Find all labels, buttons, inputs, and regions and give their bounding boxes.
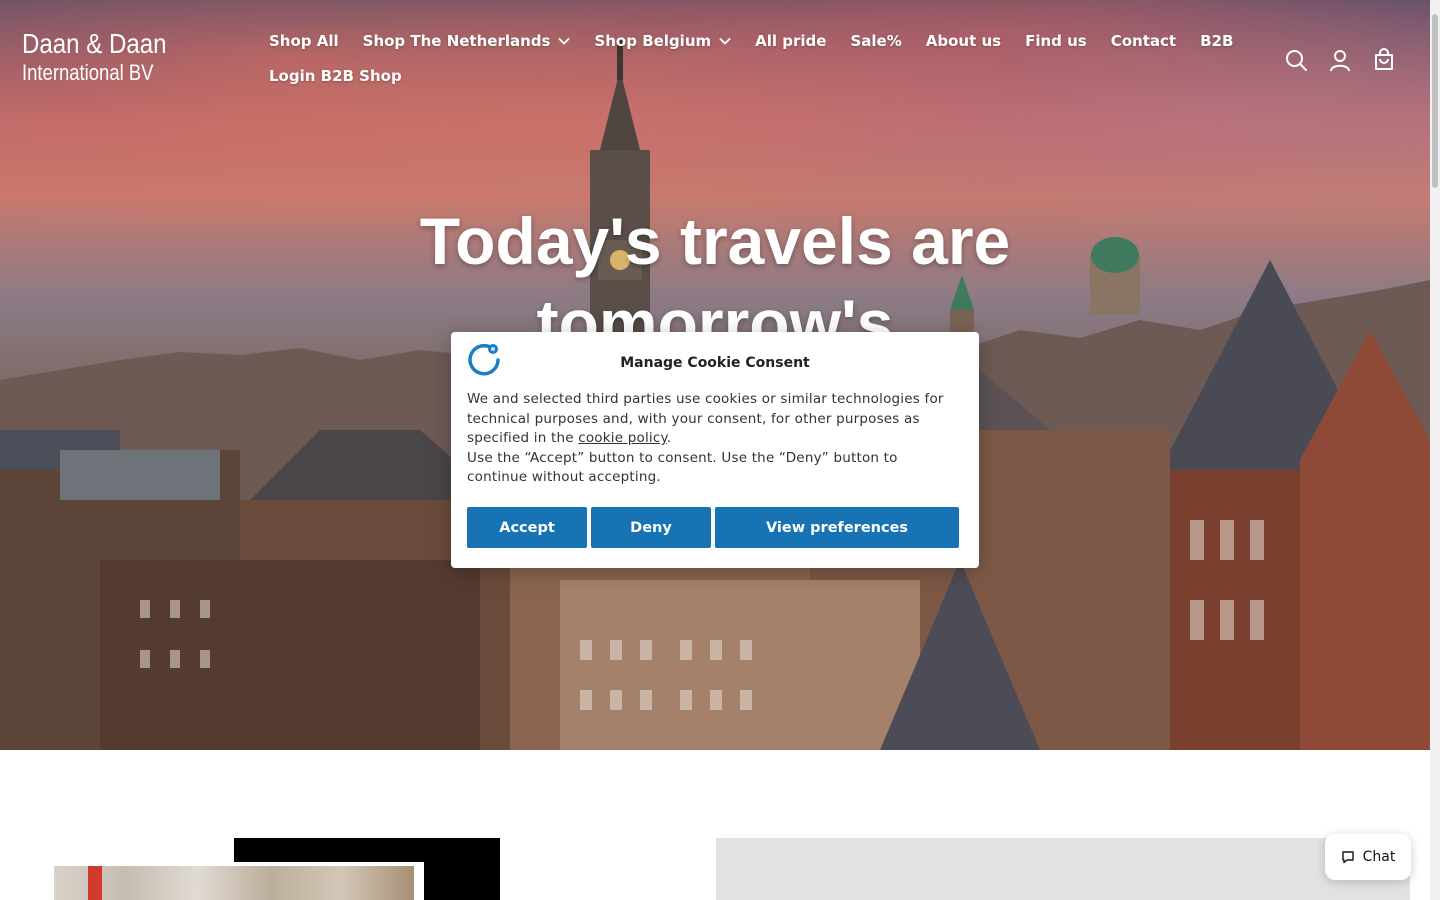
nav-b2b[interactable]: B2B <box>1200 32 1233 50</box>
nav-label: About us <box>925 32 1002 50</box>
nav-all-pride[interactable]: All pride <box>755 32 826 50</box>
cookie-consent-text-2: Use the “Accept” button to consent. Use … <box>467 449 898 486</box>
nav-sale[interactable]: Sale% <box>850 32 901 50</box>
nav-label: Shop The Netherlands <box>362 32 551 50</box>
collage-photo-red-accent <box>88 866 102 900</box>
nav-label: Contact <box>1110 32 1177 50</box>
nav-shop-belgium[interactable]: Shop Belgium <box>594 32 731 50</box>
main-nav-row-1: Shop All Shop The Netherlands Shop Belgi… <box>269 28 1233 54</box>
view-preferences-button[interactable]: View preferences <box>715 507 959 548</box>
nav-label: Login B2B Shop <box>269 67 402 85</box>
featured-image-collage <box>20 838 716 900</box>
chat-button[interactable]: Chat <box>1325 834 1411 880</box>
page-scrollbar-thumb[interactable] <box>1432 14 1438 188</box>
cookie-policy-link[interactable]: cookie policy <box>578 430 667 446</box>
cookie-consent-buttons: Accept Deny View preferences <box>467 507 963 548</box>
main-nav-row-2: Login B2B Shop <box>269 63 1149 89</box>
header-actions <box>1264 48 1396 72</box>
nav-shop-all[interactable]: Shop All <box>269 32 339 50</box>
cookie-consent-title: Manage Cookie Consent <box>620 355 810 371</box>
brand-logo-line2: International BV <box>22 60 154 85</box>
featured-panel-placeholder <box>716 838 1410 900</box>
nav-label: B2B <box>1200 32 1234 50</box>
nav-label: Find us <box>1025 32 1087 50</box>
accept-button[interactable]: Accept <box>467 507 587 548</box>
nav-label: Sale% <box>850 32 902 50</box>
nav-label: Shop Belgium <box>594 32 712 50</box>
nav-contact[interactable]: Contact <box>1111 32 1176 50</box>
chevron-down-icon <box>719 37 731 45</box>
collage-photo <box>50 862 424 900</box>
chat-bubble-icon <box>1341 851 1354 864</box>
cookie-consent-text-period: . <box>666 430 672 446</box>
cookie-consent-text-1: We and selected third parties use cookie… <box>467 391 944 446</box>
cookie-consent-text: We and selected third parties use cookie… <box>467 390 955 488</box>
brand-logo-line1: Daan & Daan <box>22 28 167 59</box>
search-icon[interactable] <box>1284 48 1308 72</box>
nav-shop-netherlands[interactable]: Shop The Netherlands <box>363 32 571 50</box>
cookie-consent-dialog: Manage Cookie Consent We and selected th… <box>451 332 979 568</box>
cart-icon[interactable] <box>1372 48 1396 72</box>
nav-about-us[interactable]: About us <box>926 32 1001 50</box>
account-icon[interactable] <box>1328 48 1352 72</box>
brand-logo[interactable]: Daan & Daan International BV <box>22 28 167 86</box>
chat-button-label: Chat <box>1362 849 1396 865</box>
deny-button[interactable]: Deny <box>591 507 711 548</box>
nav-label: Shop All <box>269 32 339 50</box>
nav-label: All pride <box>755 32 827 50</box>
page-scrollbar[interactable] <box>1430 0 1440 900</box>
hero-headline-line1: Today's travels are <box>419 204 1011 278</box>
collage-photo-image <box>54 866 414 900</box>
main-nav: Shop All Shop The Netherlands Shop Belgi… <box>269 28 1233 98</box>
nav-find-us[interactable]: Find us <box>1025 32 1087 50</box>
chevron-down-icon <box>558 37 571 45</box>
nav-login-b2b-shop[interactable]: Login B2B Shop <box>269 67 402 85</box>
